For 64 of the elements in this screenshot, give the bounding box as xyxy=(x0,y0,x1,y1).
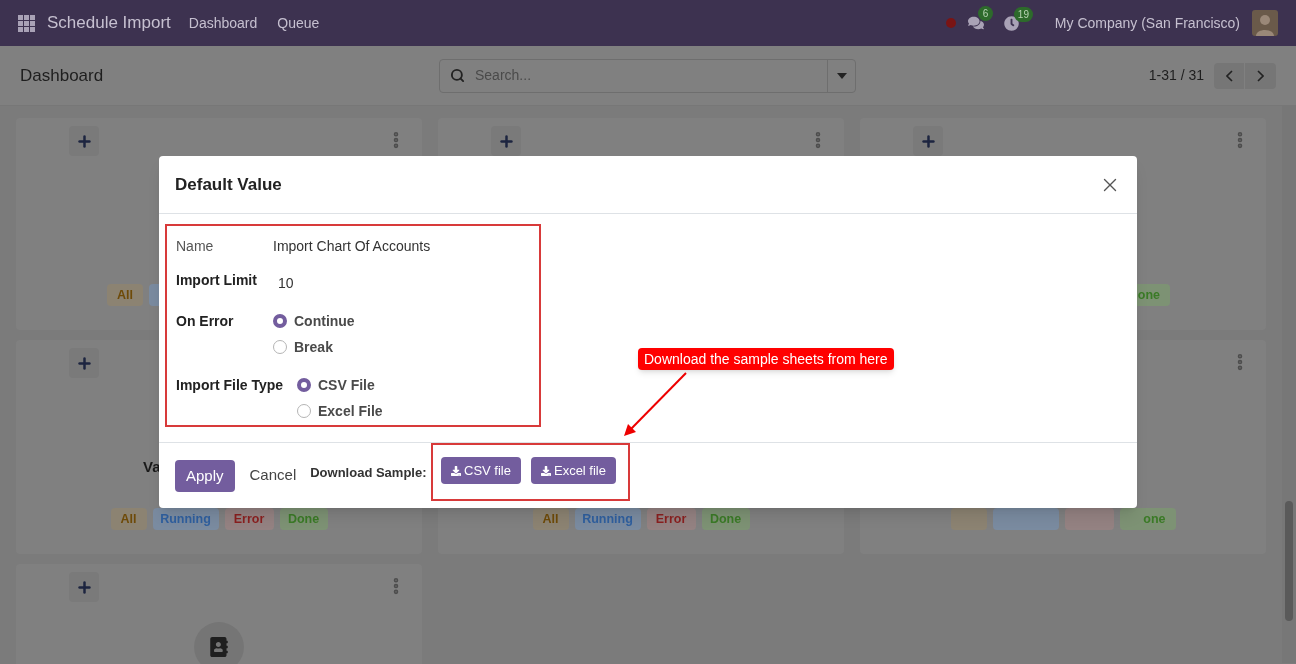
field-label: Name xyxy=(176,237,215,256)
status-tag[interactable]: Running xyxy=(574,508,641,530)
add-button[interactable] xyxy=(69,572,99,602)
radio-button[interactable] xyxy=(297,404,311,418)
address-book-icon xyxy=(209,637,229,657)
add-button[interactable] xyxy=(491,126,521,156)
pager-text: 1-31 / 31 xyxy=(1148,66,1204,85)
count-badge: 19 xyxy=(1013,6,1033,22)
download-icon xyxy=(540,465,551,476)
download-icon xyxy=(451,465,461,476)
chevron-left-icon xyxy=(1225,69,1233,82)
status-tag[interactable]: Done xyxy=(701,508,750,530)
plus-icon xyxy=(497,132,515,150)
radio-label: Break xyxy=(294,337,333,357)
add-button[interactable] xyxy=(69,348,99,378)
clock-icon[interactable] xyxy=(1003,15,1019,31)
page-title: Dashboard xyxy=(20,64,105,87)
plus-icon xyxy=(75,578,93,596)
field-label: On Error xyxy=(176,312,235,331)
status-tag[interactable]: All xyxy=(532,508,569,530)
previous-button[interactable] xyxy=(1214,62,1244,89)
company-name[interactable]: My Company (San Francisco) xyxy=(1054,12,1240,34)
count-badge: 6 xyxy=(977,6,994,21)
radio-button[interactable] xyxy=(273,340,287,354)
avatar[interactable] xyxy=(1252,10,1278,36)
status-tag[interactable]: All xyxy=(107,284,143,306)
apply-button[interactable]: Apply xyxy=(175,460,235,492)
radio-label: Continue xyxy=(294,311,355,331)
field-label: Import Limit xyxy=(176,271,258,290)
app-title[interactable]: Schedule Import xyxy=(47,10,171,36)
status-tag[interactable]: Error xyxy=(224,508,274,530)
status-tag[interactable]: one xyxy=(1119,508,1176,530)
radio-label: CSV File xyxy=(318,375,375,395)
download-button[interactable]: Excel file xyxy=(530,457,616,484)
plus-icon xyxy=(919,132,937,150)
status-tag[interactable]: Error xyxy=(646,508,696,530)
radio-button[interactable] xyxy=(297,378,311,392)
callout-label: Download the sample sheets from here xyxy=(638,348,894,370)
scrollbar[interactable] xyxy=(1282,106,1296,663)
field-value[interactable]: Import Chart Of Accounts xyxy=(273,233,431,259)
next-button[interactable] xyxy=(1245,62,1276,89)
radio-label: Excel File xyxy=(318,401,383,421)
apps-grid-icon[interactable] xyxy=(18,14,35,32)
status-tag[interactable]: Done xyxy=(279,508,328,530)
dialog-title: Default Value xyxy=(175,173,282,196)
search-icon xyxy=(450,68,465,83)
plus-icon xyxy=(75,354,93,372)
status-tag[interactable]: Running xyxy=(152,508,219,530)
chat-icon[interactable] xyxy=(967,15,984,31)
menu-item[interactable]: Dashboard xyxy=(188,12,258,34)
radio-button[interactable] xyxy=(273,314,287,328)
field-value[interactable]: 10 xyxy=(278,270,294,296)
add-button[interactable] xyxy=(69,126,99,156)
chevron-right-icon xyxy=(1257,69,1264,82)
field-label: Import File Type xyxy=(176,376,285,395)
status-tag[interactable]: All xyxy=(110,508,147,530)
download-label: Download Sample: xyxy=(310,463,427,482)
download-button[interactable]: CSV file xyxy=(441,457,521,484)
arrow xyxy=(622,372,688,438)
cancel-button[interactable]: Cancel xyxy=(249,459,297,492)
caret-icon[interactable] xyxy=(836,72,847,79)
plus-icon xyxy=(75,132,93,150)
menu-item[interactable]: Queue xyxy=(277,12,320,34)
add-button[interactable] xyxy=(913,126,943,156)
